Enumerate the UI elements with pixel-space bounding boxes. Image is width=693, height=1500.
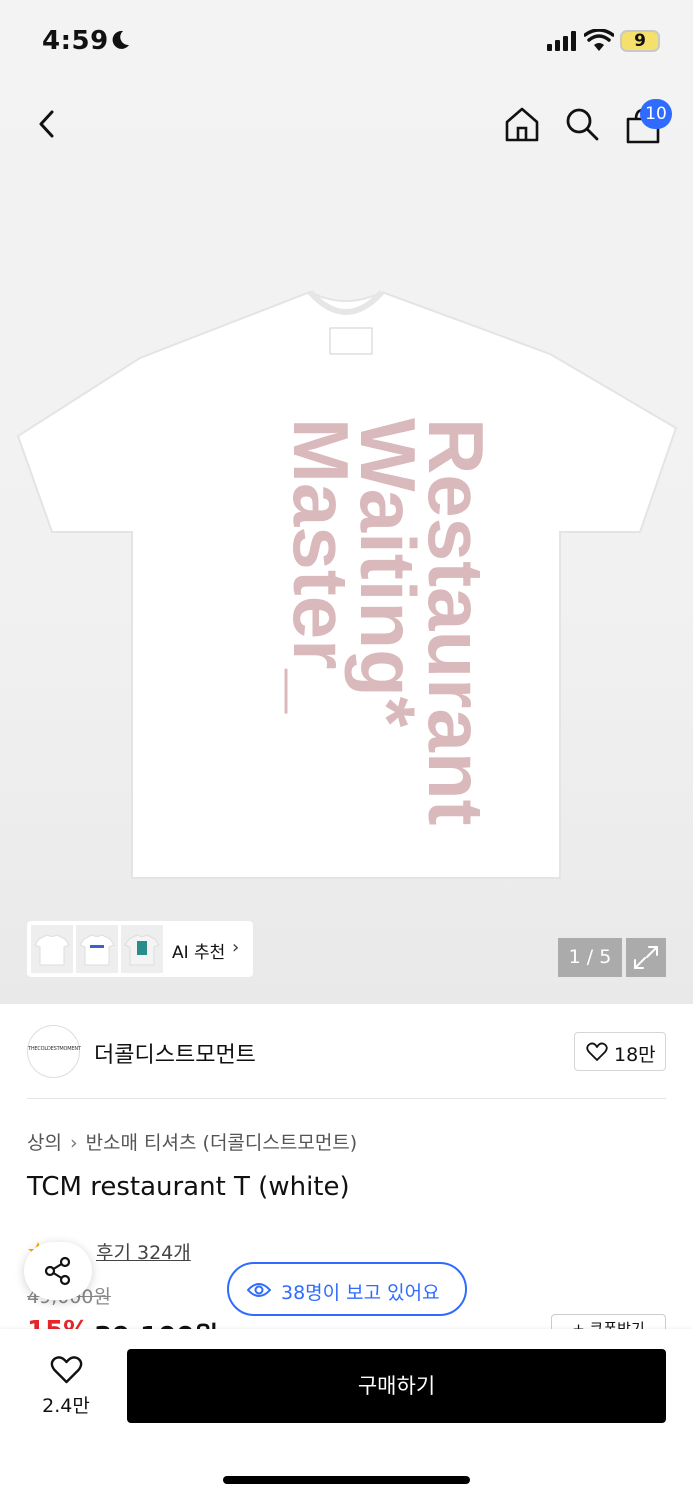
breadcrumb-category[interactable]: 상의 xyxy=(27,1132,62,1154)
viewers-badge: 38명이 보고 있어요 xyxy=(227,1262,467,1316)
expand-icon xyxy=(634,946,658,969)
review-count-link[interactable]: 후기 324개 xyxy=(96,1238,191,1265)
wishlist-count: 2.4만 xyxy=(42,1395,90,1417)
signal-icon xyxy=(547,31,576,51)
back-icon[interactable] xyxy=(30,104,66,144)
home-icon[interactable] xyxy=(503,104,541,144)
share-button[interactable] xyxy=(24,1242,92,1300)
brand-name[interactable]: 더콜디스트모먼트 xyxy=(94,1037,256,1069)
home-indicator xyxy=(223,1476,470,1484)
breadcrumb-subcategory[interactable]: 반소매 티셔츠 (더콜디스트모먼트) xyxy=(86,1132,358,1154)
eye-icon xyxy=(247,1283,271,1297)
product-title: TCM restaurant T (white) xyxy=(27,1172,350,1202)
share-icon xyxy=(44,1256,71,1286)
buy-button[interactable]: 구매하기 xyxy=(127,1349,666,1423)
breadcrumb: 상의 › 반소매 티셔츠 (더콜디스트모먼트) xyxy=(27,1128,357,1155)
product-image-gallery[interactable]: Restaurant Waiting* Master_ xyxy=(0,0,693,1004)
moon-icon xyxy=(112,30,129,49)
thumbnail[interactable] xyxy=(31,925,73,973)
thumbnail[interactable] xyxy=(121,925,163,973)
wifi-icon xyxy=(584,29,614,51)
ai-recommend-strip[interactable]: AI 추천 › xyxy=(27,921,253,977)
battery-indicator: 9 xyxy=(620,30,660,52)
viewers-text: 38명이 보고 있어요 xyxy=(281,1282,440,1304)
thumbnail[interactable] xyxy=(76,925,118,973)
product-image: Restaurant Waiting* Master_ xyxy=(16,289,678,879)
heart-icon xyxy=(50,1356,83,1384)
brand-like-count: 18만 xyxy=(614,1044,656,1066)
brand-like-button[interactable]: 18만 xyxy=(574,1032,666,1071)
ai-recommend-label: AI 추천 xyxy=(172,943,226,963)
search-icon[interactable] xyxy=(563,104,601,144)
status-time: 4:59 xyxy=(42,26,109,56)
battery-level: 9 xyxy=(634,31,646,51)
chevron-right-icon: › xyxy=(232,937,240,958)
breadcrumb-separator: › xyxy=(69,1132,78,1154)
brand-logo-text: THECOLDESTMOMENT xyxy=(28,1046,81,1052)
status-bar: 4:59 9 xyxy=(0,0,693,84)
print-line-3: Master_ xyxy=(277,418,365,714)
divider xyxy=(27,1098,666,1099)
expand-button[interactable] xyxy=(626,938,666,977)
bottom-action-bar: 2.4만 구매하기 xyxy=(0,1329,693,1500)
cart-badge: 10 xyxy=(640,99,672,129)
brand-logo[interactable]: THECOLDESTMOMENT xyxy=(27,1025,81,1078)
image-counter: 1 / 5 xyxy=(558,938,622,977)
wishlist-button[interactable]: 2.4만 xyxy=(30,1351,102,1423)
heart-icon xyxy=(586,1042,608,1061)
